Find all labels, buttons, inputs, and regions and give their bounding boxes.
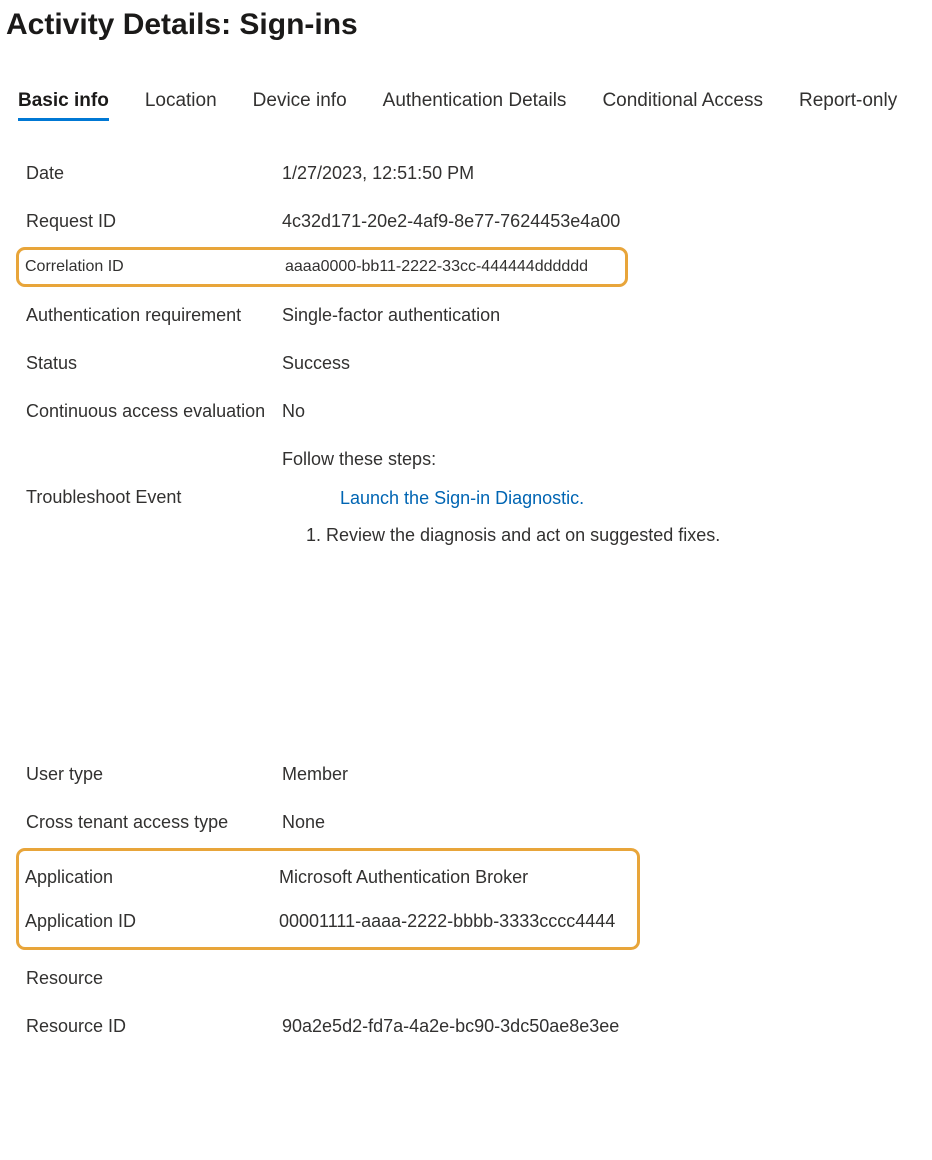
value-application: Microsoft Authentication Broker (279, 865, 528, 889)
tab-location[interactable]: Location (145, 90, 217, 121)
section-gap (26, 560, 932, 750)
row-cross-tenant: Cross tenant access type None (26, 798, 932, 846)
label-resource-id: Resource ID (26, 1014, 282, 1038)
highlight-correlation-id: Correlation ID aaaa0000-bb11-2222-33cc-4… (16, 247, 628, 287)
label-status: Status (26, 351, 282, 375)
row-user-type: User type Member (26, 750, 932, 798)
value-resource-id: 90a2e5d2-fd7a-4a2e-bc90-3dc50ae8e3ee (282, 1014, 619, 1038)
value-correlation-id: aaaa0000-bb11-2222-33cc-444444dddddd (285, 258, 588, 276)
row-application-id: Application ID 00001111-aaaa-2222-bbbb-3… (25, 899, 627, 943)
tab-basic-info[interactable]: Basic info (18, 90, 109, 121)
value-request-id: 4c32d171-20e2-4af9-8e77-7624453e4a00 (282, 209, 620, 233)
label-correlation-id: Correlation ID (25, 258, 285, 276)
value-date: 1/27/2023, 12:51:50 PM (282, 161, 474, 185)
row-troubleshoot: Troubleshoot Event Follow these steps: L… (26, 435, 932, 560)
label-troubleshoot: Troubleshoot Event (26, 449, 282, 508)
value-application-id: 00001111-aaaa-2222-bbbb-3333cccc4444 (279, 909, 615, 933)
value-cross-tenant: None (282, 810, 325, 834)
tab-authentication-details[interactable]: Authentication Details (383, 90, 567, 121)
troubleshoot-content: Follow these steps: Launch the Sign-in D… (282, 449, 932, 546)
label-cae: Continuous access evaluation (26, 399, 282, 423)
tab-conditional-access[interactable]: Conditional Access (602, 90, 763, 121)
tab-device-info[interactable]: Device info (253, 90, 347, 121)
row-resource-id: Resource ID 90a2e5d2-fd7a-4a2e-bc90-3dc5… (26, 1002, 932, 1050)
troubleshoot-step-1: 1. Review the diagnosis and act on sugge… (306, 525, 932, 546)
row-resource: Resource (26, 954, 932, 1002)
row-cae: Continuous access evaluation No (26, 387, 932, 435)
row-request-id: Request ID 4c32d171-20e2-4af9-8e77-76244… (26, 197, 932, 245)
label-date: Date (26, 161, 282, 185)
label-request-id: Request ID (26, 209, 282, 233)
details-section-1: Date 1/27/2023, 12:51:50 PM Request ID 4… (4, 149, 932, 1050)
row-auth-requirement: Authentication requirement Single-factor… (26, 291, 932, 339)
tabs: Basic info Location Device info Authenti… (4, 90, 932, 121)
label-resource: Resource (26, 966, 282, 990)
row-application: Application Microsoft Authentication Bro… (25, 855, 627, 899)
highlight-application: Application Microsoft Authentication Bro… (16, 848, 640, 950)
row-status: Status Success (26, 339, 932, 387)
label-application: Application (25, 865, 279, 889)
page-title: Activity Details: Sign-ins (4, 8, 932, 42)
troubleshoot-intro: Follow these steps: (282, 449, 932, 470)
row-date: Date 1/27/2023, 12:51:50 PM (26, 149, 932, 197)
label-user-type: User type (26, 762, 282, 786)
label-application-id: Application ID (25, 909, 279, 933)
tab-report-only[interactable]: Report-only (799, 90, 897, 121)
value-user-type: Member (282, 762, 348, 786)
value-cae: No (282, 399, 305, 423)
launch-diagnostic-link[interactable]: Launch the Sign-in Diagnostic. (340, 488, 584, 509)
label-auth-requirement: Authentication requirement (26, 303, 282, 327)
label-cross-tenant: Cross tenant access type (26, 810, 282, 834)
value-status: Success (282, 351, 350, 375)
value-auth-requirement: Single-factor authentication (282, 303, 500, 327)
